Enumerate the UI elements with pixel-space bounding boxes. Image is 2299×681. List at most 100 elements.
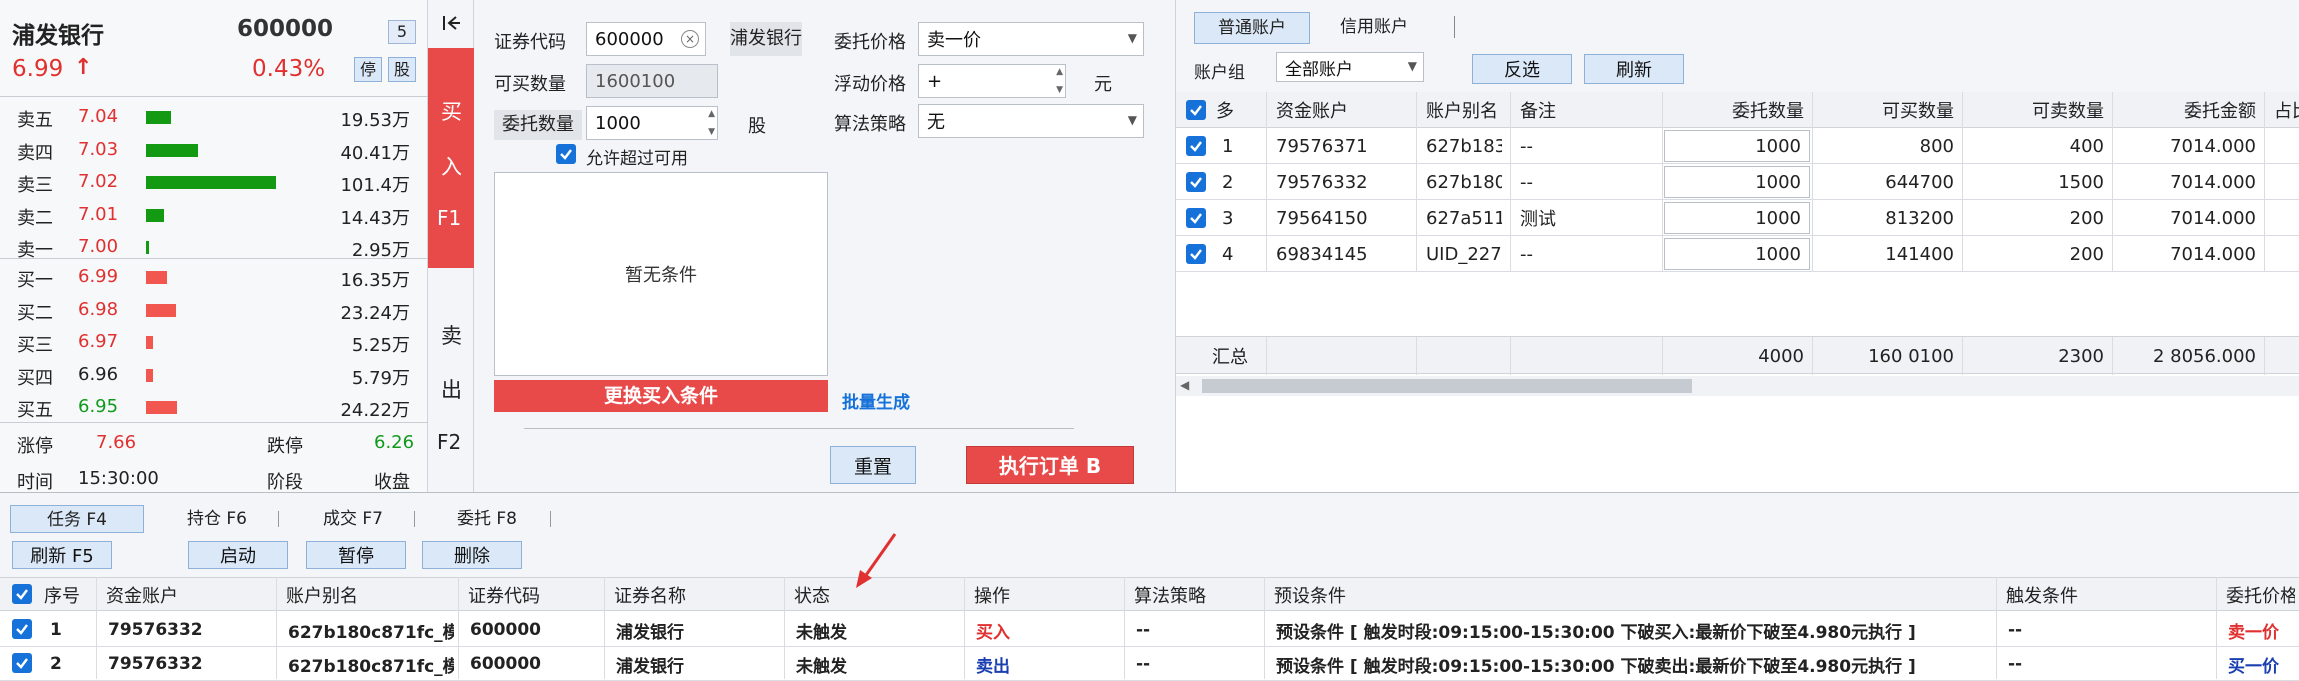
buy-tab-key: F1 — [437, 206, 462, 230]
invert-selection-button[interactable]: 反选 — [1472, 54, 1572, 84]
orderbook-row[interactable]: 买二 6.98 23.24万 — [0, 295, 428, 325]
orderbook-row[interactable]: 卖二 7.01 14.43万 — [0, 200, 428, 230]
row-checkbox[interactable] — [1186, 208, 1206, 228]
quantity-stepper[interactable]: 1000 ▲ ▼ — [586, 106, 718, 140]
up-arrow-icon: ↑ — [74, 55, 93, 80]
horizontal-scrollbar[interactable]: ◀ — [1176, 376, 2299, 396]
task-row[interactable]: 2 79576332 627b180c871fc_模拟 600000 浦发银行 未触发 卖出… — [0, 647, 2299, 681]
orderbook-row[interactable]: 买五 6.95 24.22万 — [0, 392, 428, 422]
account-qty[interactable]: 1000 — [1664, 130, 1810, 162]
delete-button[interactable]: 删除 — [422, 541, 522, 569]
algo-select[interactable]: 无 ▼ — [918, 104, 1144, 138]
task-price: 卖一价 — [2228, 622, 2279, 643]
column-header[interactable]: 预设条件 — [1274, 578, 1992, 612]
row-checkbox[interactable] — [12, 653, 32, 673]
column-header[interactable]: 触发条件 — [2006, 578, 2212, 612]
stepper-down-icon[interactable]: ▼ — [708, 127, 715, 137]
row-checkbox[interactable] — [12, 619, 32, 639]
reset-button[interactable]: 重置 — [830, 446, 916, 484]
column-header[interactable]: 委托价格 — [2226, 578, 2295, 612]
group-label: 账户组 — [1194, 63, 1245, 83]
scrollbar-thumb[interactable] — [1202, 379, 1692, 393]
account-amt: 7014.000 — [2170, 171, 2256, 193]
orderbook-row[interactable]: 买一 6.99 16.35万 — [0, 262, 428, 292]
select-all-checkbox[interactable] — [12, 584, 32, 604]
clear-icon[interactable]: × — [681, 30, 699, 48]
column-header[interactable]: 证券名称 — [614, 578, 780, 612]
column-header[interactable]: 可买数量 — [1822, 92, 1954, 128]
execute-order-button[interactable]: 执行订单 B — [966, 446, 1134, 484]
bottom-tab[interactable]: 任务 F4 — [10, 505, 144, 533]
bottom-tab[interactable]: 委托 F8 — [420, 505, 554, 533]
account-note: 测试 — [1520, 209, 1556, 230]
column-header[interactable]: 可卖数量 — [1972, 92, 2104, 128]
row-checkbox[interactable] — [1186, 136, 1206, 156]
level-label: 卖三 — [17, 175, 53, 196]
column-header[interactable]: 账户别名 — [286, 578, 454, 612]
account-qty[interactable]: 1000 — [1664, 238, 1810, 270]
column-header[interactable]: 资金账户 — [106, 578, 272, 612]
tab-normal-account[interactable]: 普通账户 — [1194, 12, 1310, 44]
stepper-up-icon[interactable]: ▲ — [708, 109, 715, 119]
tab-credit-account[interactable]: 信用账户 — [1316, 12, 1432, 44]
orderbook-row[interactable]: 卖四 7.03 40.41万 — [0, 135, 428, 165]
orderbook-row[interactable]: 卖三 7.02 101.4万 — [0, 167, 428, 197]
stepper-up-icon[interactable]: ▲ — [1056, 67, 1063, 77]
row-checkbox[interactable] — [1186, 244, 1206, 264]
bottom-tab[interactable]: 成交 F7 — [286, 505, 420, 533]
sell-tab[interactable]: 卖 出 F2 — [428, 290, 474, 490]
scroll-left-icon[interactable]: ◀ — [1180, 378, 1189, 392]
refresh-tasks-button[interactable]: 刷新 F5 — [12, 541, 112, 569]
column-header[interactable]: 操作 — [974, 578, 1120, 612]
level-badge[interactable]: 5 — [388, 20, 416, 44]
account-row[interactable]: 4 69834145 UID_227 -- 1000 141400 200 7014.000 — [1176, 236, 2299, 272]
column-header[interactable]: 账户别名 — [1426, 92, 1502, 128]
column-divider — [1962, 337, 1963, 375]
buy-tab[interactable]: 买 入 F1 — [428, 48, 474, 268]
account-qty[interactable]: 1000 — [1664, 202, 1810, 234]
orderbook-row[interactable]: 卖五 7.04 19.53万 — [0, 102, 428, 132]
column-header[interactable]: 占比(% — [2274, 92, 2299, 128]
account-row[interactable]: 1 79576371 627b183 -- 1000 800 400 7014.000 — [1176, 128, 2299, 164]
group-select[interactable]: 全部账户 ▼ — [1276, 52, 1424, 82]
halt-button[interactable]: 停 — [354, 57, 382, 82]
select-all-checkbox[interactable] — [1186, 100, 1206, 120]
column-header[interactable]: 算法策略 — [1134, 578, 1260, 612]
allow-exceed-checkbox[interactable] — [556, 144, 576, 164]
column-header[interactable]: 资金账户 — [1276, 92, 1408, 128]
price-select[interactable]: 卖一价 ▼ — [918, 22, 1144, 56]
pause-button[interactable]: 暂停 — [306, 541, 406, 569]
column-header[interactable]: 多 — [1216, 92, 1262, 128]
float-price-stepper[interactable]: + ▲ ▼ — [918, 64, 1066, 98]
task-cond: 预设条件 [ 触发时段:09:15:00-15:30:00 下破买入:最新价下破… — [1276, 622, 1916, 643]
column-header[interactable]: 证券代码 — [468, 578, 600, 612]
column-header[interactable]: 委托数量 — [1672, 92, 1804, 128]
start-button[interactable]: 启动 — [188, 541, 288, 569]
column-header[interactable]: 序号 — [44, 578, 94, 612]
orderbook-row[interactable]: 买四 6.96 5.79万 — [0, 360, 428, 390]
column-divider — [2112, 337, 2113, 375]
column-header[interactable]: 委托金额 — [2122, 92, 2256, 128]
orderbook-row[interactable]: 买三 6.97 5.25万 — [0, 327, 428, 357]
stock-button[interactable]: 股 — [388, 57, 416, 82]
account-buy: 813200 — [1885, 207, 1954, 229]
code-input[interactable]: 600000 × — [586, 22, 706, 56]
accounts-total-row: 汇总 4000 160 0100 2300 2 8056.000 — [1176, 336, 2299, 375]
account-row[interactable]: 2 79576332 627b180 -- 1000 644700 1500 7014.000 — [1176, 164, 2299, 200]
column-header[interactable]: 备注 — [1520, 92, 1654, 128]
account-qty[interactable]: 1000 — [1664, 166, 1810, 198]
collapse-icon[interactable] — [428, 0, 474, 46]
refresh-accounts-button[interactable]: 刷新 — [1584, 54, 1684, 84]
level-volume-bar — [146, 336, 153, 349]
bottom-tab[interactable]: 持仓 F6 — [150, 505, 284, 533]
account-total-buy: 160 0100 — [1868, 345, 1954, 367]
task-name: 浦发银行 — [616, 656, 684, 677]
account-amt: 7014.000 — [2170, 207, 2256, 229]
row-checkbox[interactable] — [1186, 172, 1206, 192]
task-code: 600000 — [470, 620, 541, 640]
task-row[interactable]: 1 79576332 627b180c871fc_模拟 600000 浦发银行 未触发 买入… — [0, 613, 2299, 647]
account-row[interactable]: 3 79564150 627a511 测试 1000 813200 200 7014.000 — [1176, 200, 2299, 236]
stepper-down-icon[interactable]: ▼ — [1056, 85, 1063, 95]
change-condition-button[interactable]: 更换买入条件 — [494, 380, 828, 412]
batch-generate-link[interactable]: 批量生成 — [828, 388, 910, 413]
